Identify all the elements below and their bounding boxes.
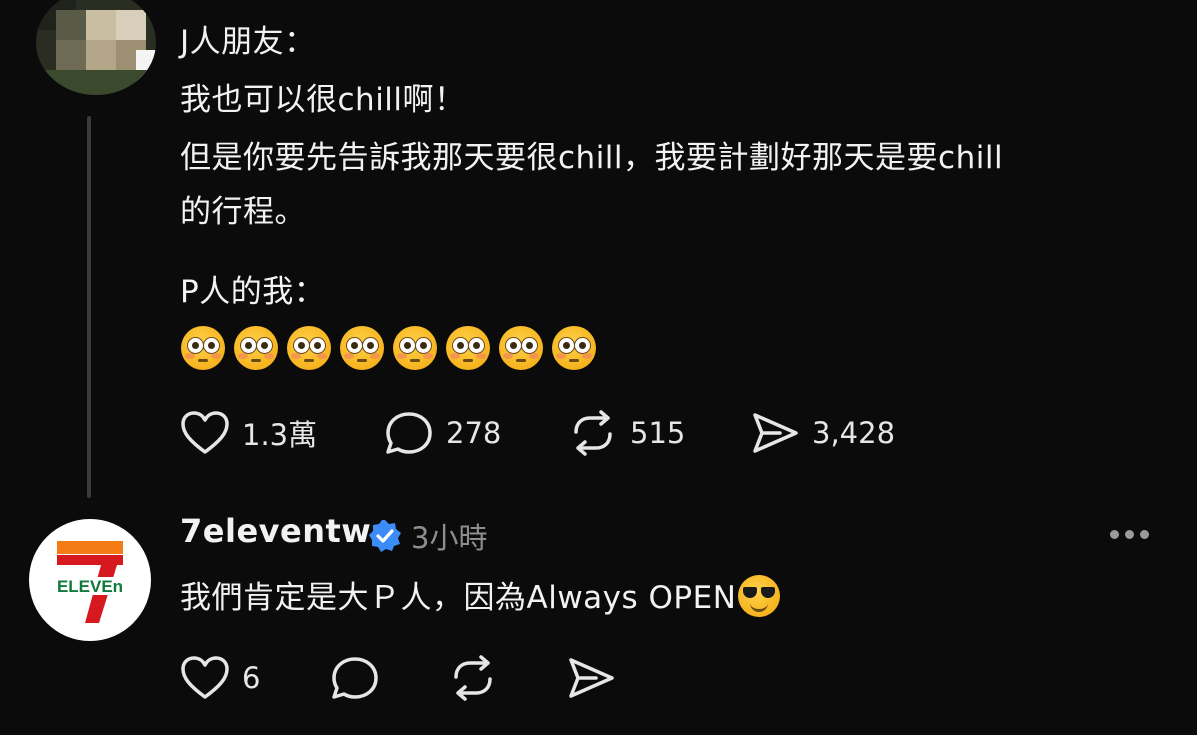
post-line-3: 但是你要先告訴我那天要很chill，我要計劃好那天是要chill (180, 140, 1004, 176)
flushed-face-emoji (552, 326, 596, 370)
repost-count: 515 (630, 416, 686, 450)
repost-button-reply[interactable] (448, 655, 498, 701)
flushed-face-emoji (287, 326, 331, 370)
share-count: 3,428 (812, 416, 896, 450)
send-icon (753, 413, 798, 453)
comment-icon (386, 412, 432, 454)
reply-count: 278 (446, 416, 502, 450)
heart-icon (181, 656, 229, 699)
flushed-face-emoji (181, 326, 225, 370)
username[interactable]: 7eleventw (180, 512, 371, 550)
heart-icon (181, 411, 229, 454)
post-line-1: J人朋友： (180, 24, 316, 60)
avatar-blurred[interactable] (36, 0, 156, 95)
avatar-7eleven[interactable]: ELEVEn (29, 519, 151, 641)
like-button-reply[interactable]: 6 (180, 655, 260, 701)
flushed-face-emoji (499, 326, 543, 370)
thread-line (87, 116, 91, 498)
smiling-face-with-sunglasses-emoji (738, 574, 781, 617)
seven-eleven-wordmark: ELEVEn (57, 577, 123, 596)
reply-text: 我們肯定是大Ｐ人，因為Always OPEN (180, 570, 781, 626)
send-icon (569, 658, 614, 698)
comment-icon (332, 657, 378, 699)
emoji-row (181, 326, 596, 370)
seven-eleven-logo: ELEVEn (49, 541, 131, 623)
post-line-5: P人的我： (180, 274, 326, 310)
like-count: 1.3萬 (242, 418, 318, 452)
more-dot-icon (1125, 530, 1134, 539)
verified-badge-icon (369, 520, 401, 552)
repost-button[interactable]: 515 (568, 410, 685, 456)
reply-button-reply[interactable] (330, 655, 380, 701)
reply-text-content: 我們肯定是大Ｐ人，因為Always OPEN (180, 580, 737, 616)
like-button[interactable]: 1.3萬 (180, 410, 317, 456)
flushed-face-emoji (340, 326, 384, 370)
flushed-face-emoji (393, 326, 437, 370)
post-line-4: 的行程。 (180, 194, 306, 230)
more-dot-icon (1110, 530, 1119, 539)
more-options-button[interactable] (1110, 530, 1149, 539)
more-dot-icon (1140, 530, 1149, 539)
like-count-reply: 6 (242, 661, 261, 695)
flushed-face-emoji (446, 326, 490, 370)
reply-button[interactable]: 278 (384, 410, 501, 456)
flushed-face-emoji (234, 326, 278, 370)
share-button[interactable]: 3,428 (750, 410, 895, 456)
post-line-2: 我也可以很chill啊！ (180, 82, 466, 118)
share-button-reply[interactable] (566, 655, 616, 701)
repost-icon (454, 655, 492, 701)
repost-icon (574, 410, 612, 456)
post-timestamp: 3小時 (411, 521, 488, 555)
